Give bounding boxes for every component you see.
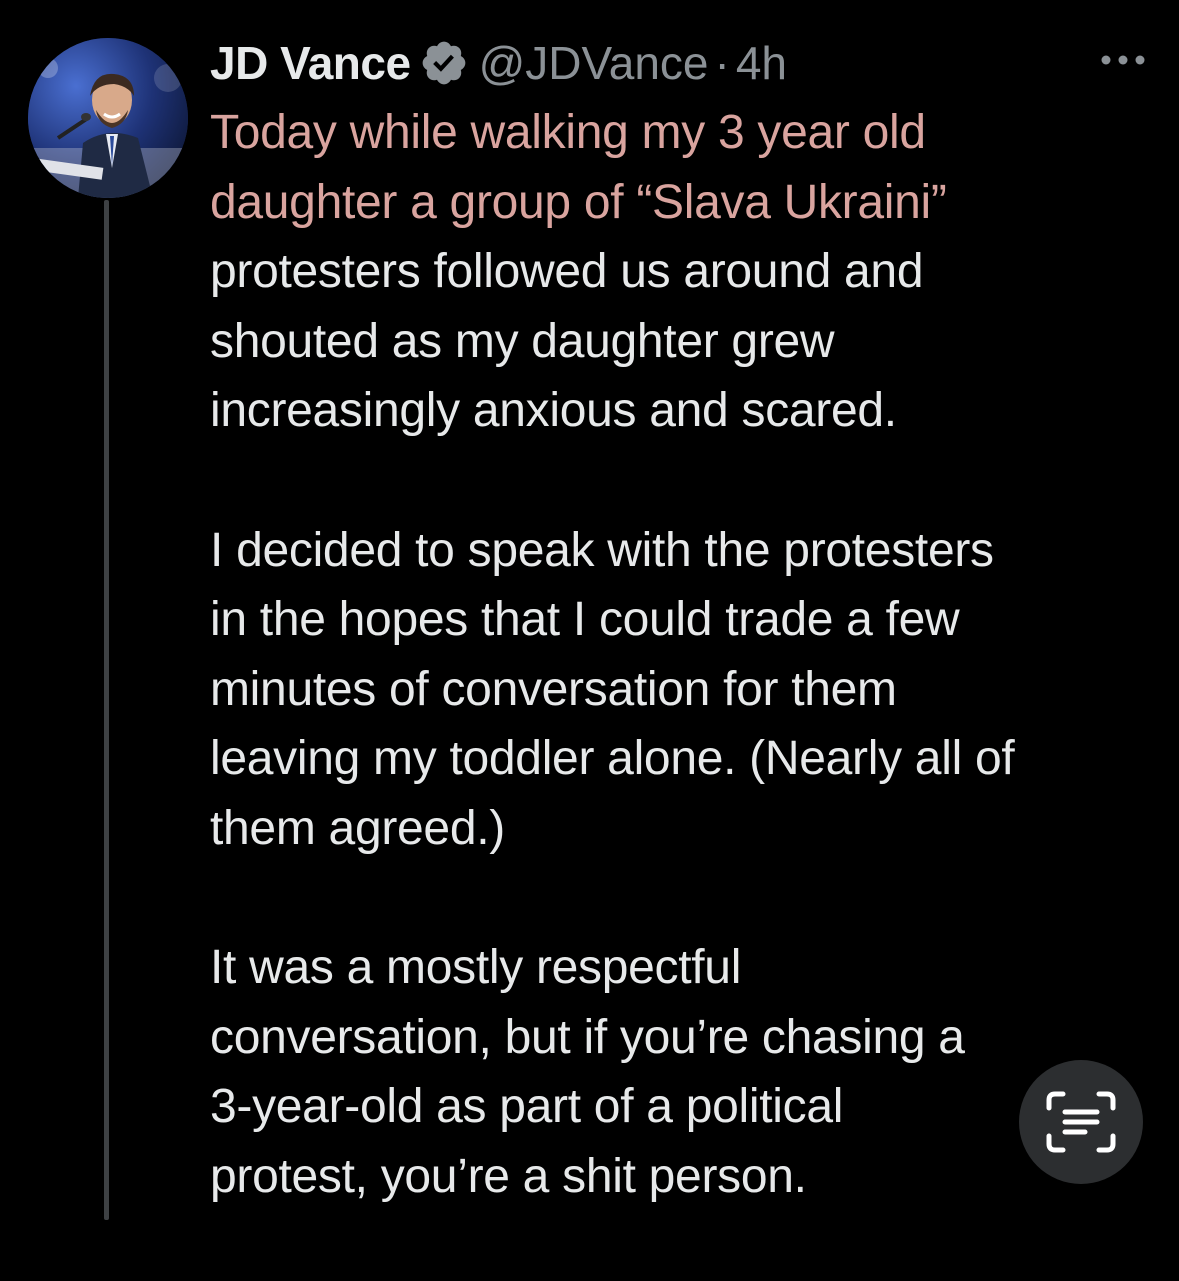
tweet-line: I decided to speak with the protesters	[210, 523, 994, 577]
tweet-line: 3-year-old as part of a political	[210, 1080, 844, 1134]
tweet-line: minutes of conversation for them	[210, 662, 897, 716]
tweet-paragraph: I decided to speak with the protesters i…	[210, 516, 1150, 864]
author-display-name[interactable]: JD Vance	[210, 36, 411, 90]
tweet-text: Today while walking my 3 year old daught…	[210, 98, 1150, 1281]
header-separator: ·	[714, 37, 730, 89]
tweet-line: shouted as my daughter grew	[210, 314, 835, 368]
tweet-line: protesters followed us around and	[210, 245, 924, 299]
tweet-header: JD Vance @JDVance · 4h	[210, 34, 787, 92]
tweet-line: leaving my toddler alone. (Nearly all of	[210, 732, 1015, 786]
thread-connector-line	[104, 200, 109, 1220]
live-text-scan-button[interactable]	[1019, 1060, 1143, 1184]
verified-badge-icon[interactable]	[419, 38, 469, 88]
tweet-line: It was a mostly respectful	[210, 941, 742, 995]
tweet-line: in the hopes that I could trade a few	[210, 593, 960, 647]
tweet-line: daughter a group of “Slava Ukraini”	[210, 175, 947, 229]
tweet-line: conversation, but if you’re chasing a	[210, 1010, 965, 1064]
tweet-line: them agreed.)	[210, 801, 505, 855]
author-avatar[interactable]	[28, 38, 188, 198]
tweet-paragraph: Today while walking my 3 year old daught…	[210, 98, 1150, 446]
live-text-scan-icon	[1046, 1091, 1116, 1153]
tweet[interactable]: JD Vance @JDVance · 4h Today while walki…	[0, 0, 1179, 1230]
tweet-line: increasingly anxious and scared.	[210, 384, 897, 438]
more-horizontal-icon[interactable]	[1098, 52, 1148, 68]
tweet-line: Today while walking my 3 year old	[210, 106, 926, 159]
tweet-line: protest, you’re a shit person.	[210, 1149, 807, 1203]
tweet-timestamp[interactable]: 4h	[736, 36, 787, 90]
author-handle[interactable]: @JDVance	[479, 36, 709, 90]
tweet-paragraph: It was a mostly respectful conversation,…	[210, 933, 1150, 1211]
